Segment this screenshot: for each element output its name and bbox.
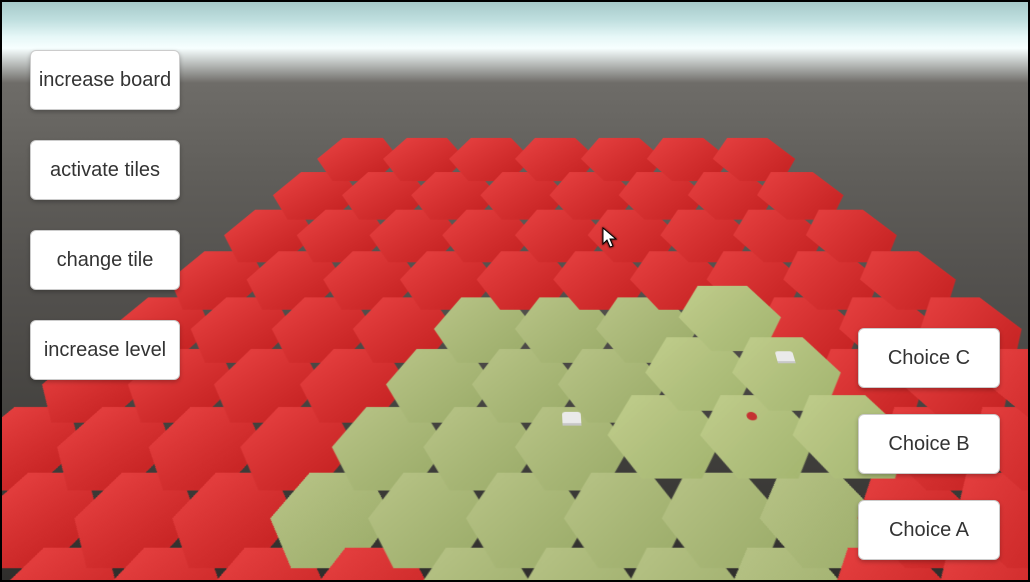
choice-b-button[interactable]: Choice B bbox=[858, 414, 1000, 474]
increase-level-button[interactable]: increase level bbox=[30, 320, 180, 380]
button-label: increase level bbox=[44, 339, 166, 362]
button-label: Choice A bbox=[889, 519, 969, 542]
choice-a-button[interactable]: Choice A bbox=[858, 500, 1000, 560]
button-label: increase board bbox=[39, 69, 171, 92]
game-viewport: increase board activate tiles change til… bbox=[0, 0, 1030, 582]
button-label: Choice C bbox=[888, 347, 970, 370]
increase-board-button[interactable]: increase board bbox=[30, 50, 180, 110]
button-label: Choice B bbox=[888, 433, 969, 456]
button-label: change tile bbox=[57, 249, 154, 272]
change-tile-button[interactable]: change tile bbox=[30, 230, 180, 290]
white-tower-a[interactable] bbox=[562, 412, 582, 426]
white-tower-b[interactable] bbox=[775, 351, 796, 363]
button-label: activate tiles bbox=[50, 159, 160, 182]
choice-c-button[interactable]: Choice C bbox=[858, 328, 1000, 388]
activate-tiles-button[interactable]: activate tiles bbox=[30, 140, 180, 200]
red-unit[interactable] bbox=[746, 412, 759, 421]
